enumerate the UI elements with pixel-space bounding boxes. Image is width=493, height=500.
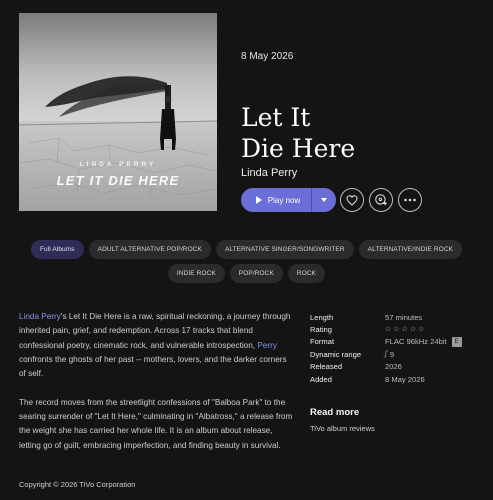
play-button-group: Play now	[241, 188, 336, 212]
detail-released-label: Released	[310, 362, 343, 372]
play-button-label: Play now	[267, 195, 301, 205]
genre-tags-row-1: Full Albums ADULT ALTERNATIVE POP/ROCK A…	[0, 240, 493, 259]
artist-link[interactable]: Linda Perry	[241, 167, 297, 179]
detail-added-label: Added	[310, 374, 332, 384]
star-icon[interactable]: ☆	[410, 326, 416, 333]
detail-rating-label: Rating	[310, 325, 332, 335]
tag-adult-alternative-pop-rock[interactable]: ADULT ALTERNATIVE POP/ROCK	[88, 240, 211, 259]
album-title: Let It Die Here	[241, 102, 481, 164]
album-description: Linda Perry's Let It Die Here is a raw, …	[19, 310, 294, 467]
genre-tags-row-2: INDIE ROCK POP/ROCK ROCK	[0, 264, 493, 283]
detail-length: Length 57 minutes	[310, 311, 480, 323]
detail-length-label: Length	[310, 312, 334, 322]
detail-length-value: 57 minutes	[385, 312, 423, 322]
add-to-library-icon	[375, 194, 387, 206]
copyright: Copyright © 2026 TiVo Corporation	[19, 480, 136, 489]
detail-format-label: Format	[310, 337, 335, 347]
play-button[interactable]: Play now	[241, 188, 311, 212]
detail-added: Added 8 May 2026	[310, 373, 480, 385]
review-source: TiVo album reviews	[310, 424, 375, 433]
play-options-button[interactable]	[312, 188, 336, 212]
cover-artist-text: LINDA PERRY	[79, 161, 157, 168]
read-more-link[interactable]: Read more	[310, 407, 359, 418]
detail-rating: Rating ☆ ☆ ☆ ☆ ☆	[310, 323, 480, 335]
album-cover[interactable]: LINDA PERRY LET IT DIE HERE	[19, 13, 217, 211]
release-date: 8 May 2026	[241, 51, 294, 62]
description-text-2: confronts the ghosts of her past -- moth…	[19, 354, 287, 379]
detail-dynamic-range: Dynamic range ʃ 9	[310, 348, 480, 360]
album-page: LINDA PERRY LET IT DIE HERE 8 May 2026 L…	[0, 0, 493, 500]
detail-dynamic-range-value: ʃ 9	[385, 350, 394, 359]
detail-released-value: 2026	[385, 362, 402, 372]
tag-full-albums[interactable]: Full Albums	[30, 240, 84, 259]
tag-alternative-indie-rock[interactable]: ALTERNATIVE/INDIE ROCK	[358, 240, 463, 259]
dynamic-range-number: 9	[389, 349, 395, 359]
heart-icon	[346, 194, 358, 206]
chevron-down-icon	[321, 198, 327, 202]
description-artist-link-2[interactable]: Perry	[257, 341, 277, 350]
detail-rating-value: ☆ ☆ ☆ ☆ ☆	[385, 326, 424, 333]
rating-stars[interactable]: ☆ ☆ ☆ ☆ ☆	[385, 326, 424, 333]
ellipsis-icon	[404, 198, 416, 202]
star-icon[interactable]: ☆	[393, 326, 399, 333]
detail-dynamic-range-label: Dynamic range	[310, 349, 362, 359]
album-title-line1: Let It	[241, 103, 311, 132]
tag-alternative-singer-songwriter[interactable]: ALTERNATIVE SINGER/SONGWRITER	[215, 240, 354, 259]
explicit-badge: E	[451, 336, 462, 347]
tag-indie-rock[interactable]: INDIE ROCK	[167, 264, 225, 283]
description-paragraph-1: Linda Perry's Let It Die Here is a raw, …	[19, 310, 294, 381]
star-icon[interactable]: ☆	[385, 326, 391, 333]
dynamic-range-icon: ʃ	[385, 350, 387, 359]
detail-released: Released 2026	[310, 361, 480, 373]
detail-format-value: FLAC 96kHz 24bit E	[385, 336, 462, 347]
star-icon[interactable]: ☆	[402, 326, 408, 333]
tag-rock[interactable]: ROCK	[287, 264, 326, 283]
format-text: FLAC 96kHz 24bit	[385, 337, 447, 347]
more-menu-button[interactable]	[398, 188, 422, 212]
play-icon	[255, 196, 262, 204]
album-title-line2: Die Here	[241, 134, 356, 163]
cover-title-text: LET IT DIE HERE	[56, 173, 180, 188]
favorite-button[interactable]	[340, 188, 364, 212]
detail-added-value: 8 May 2026	[385, 374, 425, 384]
detail-format: Format FLAC 96kHz 24bit E	[310, 336, 480, 348]
album-details: Length 57 minutes Rating ☆ ☆ ☆ ☆ ☆ Forma…	[310, 311, 480, 385]
description-artist-link[interactable]: Linda Perry	[19, 312, 61, 321]
description-paragraph-2: The record moves from the streetlight co…	[19, 397, 293, 450]
add-to-library-button[interactable]	[369, 188, 393, 212]
star-icon[interactable]: ☆	[418, 326, 424, 333]
tag-pop-rock[interactable]: POP/ROCK	[229, 264, 283, 283]
